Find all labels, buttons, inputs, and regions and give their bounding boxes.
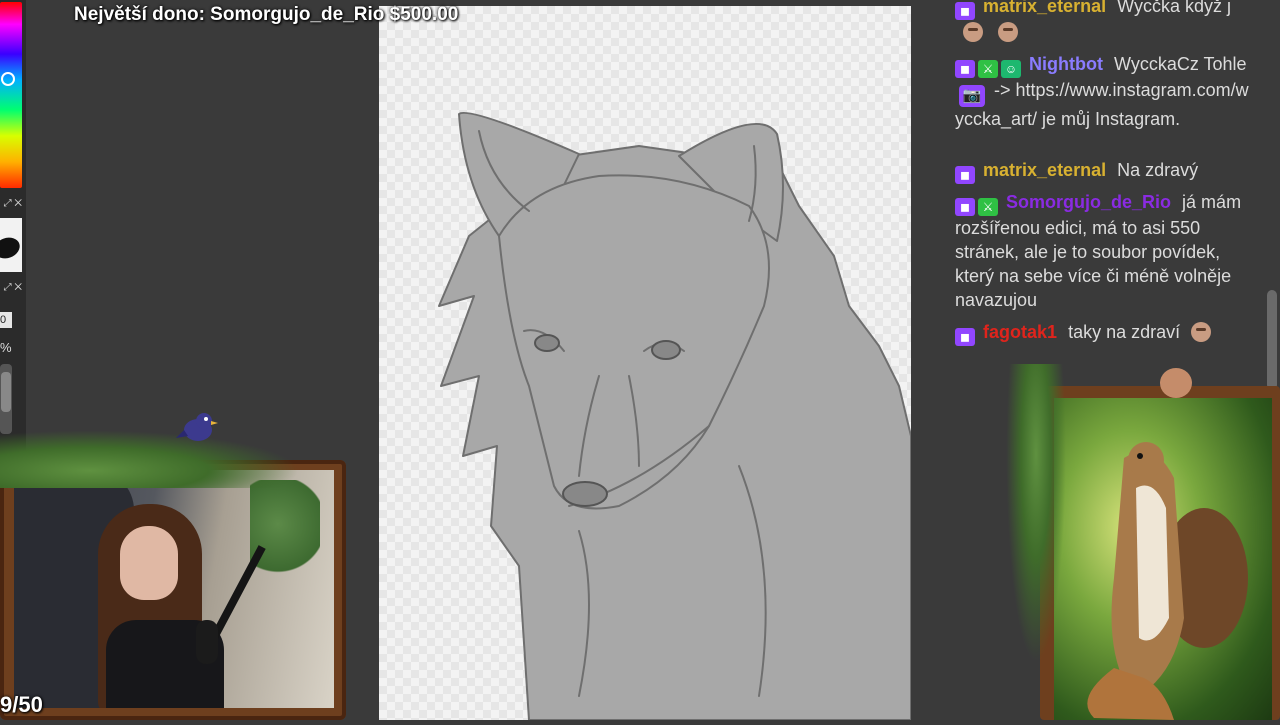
opacity-slider-knob[interactable]: [1, 372, 11, 412]
hue-slider[interactable]: [0, 2, 22, 188]
subscriber-badge-icon: ◼: [955, 2, 975, 20]
chat-message: ◼ ⚔ Somorgujo_de_Rio já mám rozšířenou ed…: [955, 190, 1255, 312]
microphone-icon: [196, 620, 218, 664]
subscriber-badge-icon: ◼: [955, 166, 975, 184]
streamer-face: [120, 526, 178, 600]
chat-message: ◼ matrix_eternal Na zdravý: [955, 158, 1255, 184]
chat-scrollbar[interactable]: [1267, 290, 1277, 390]
chat-username[interactable]: Nightbot: [1029, 54, 1103, 74]
camera-emote-icon: 📷: [959, 85, 985, 107]
chat-message: ◼ ⚔ ☺ Nightbot WycckaCz Tohle 📷 -> https:/…: [955, 52, 1255, 131]
chat-message: ◼ matrix_eternal Wycčka když j: [955, 0, 1255, 44]
subscriber-badge-icon: ◼: [955, 328, 975, 346]
sword-badge-icon: ⚔: [978, 60, 998, 78]
face-emote-icon: [1160, 368, 1192, 398]
sword-badge-icon: ⚔: [978, 198, 998, 216]
panel-close-icon-2[interactable]: ⤢ ✕: [0, 282, 22, 294]
chat-text: taky na zdraví: [1068, 322, 1181, 342]
peepo-emote-icon: [963, 22, 983, 42]
chat-username[interactable]: matrix_eternal: [983, 0, 1106, 16]
bot-badge-icon: ☺: [1001, 60, 1021, 78]
chat-username[interactable]: matrix_eternal: [983, 160, 1106, 180]
sub-goal-counter: 9/50: [0, 692, 43, 717]
chat-message: ◼ fagotak1 taky na zdraví: [955, 320, 1255, 346]
webcam-feed: [14, 470, 334, 708]
chat-text: Na zdravý: [1117, 160, 1199, 180]
top-donor-banner: Největší dono: Somorgujo_de_Rio $500.00: [74, 4, 459, 25]
hue-slider-handle[interactable]: [1, 72, 15, 86]
wolf-sketch: [438, 111, 912, 721]
chat-username[interactable]: Somorgujo_de_Rio: [1006, 192, 1171, 212]
brush-size-field[interactable]: 0: [0, 312, 12, 328]
chat-text: WycckaCz Tohle: [1114, 54, 1247, 74]
drawing-canvas[interactable]: [379, 6, 912, 721]
subscriber-badge-icon: ◼: [955, 60, 975, 78]
subscriber-badge-icon: ◼: [955, 198, 975, 216]
chat-text: Wycčka když j: [1117, 0, 1231, 16]
chat-panel: ◼ matrix_eternal Wycčka když j ◼ ⚔ ☺ Night…: [950, 0, 1270, 360]
panel-close-icon[interactable]: ⤢ ✕: [0, 198, 22, 210]
peepo-emote-icon: [998, 22, 1019, 42]
bird-icon: [176, 413, 218, 441]
face-emote-icon: [1191, 322, 1212, 342]
hanging-plant: [250, 480, 320, 590]
ferret-illustration: [1087, 442, 1248, 720]
chat-username[interactable]: fagotak1: [983, 322, 1057, 342]
chat-text-link[interactable]: -> https://www.instagram.com/wyccka_art/…: [955, 80, 1249, 129]
artwork-painting: [1054, 398, 1272, 720]
vine-decoration-right: [1006, 364, 1066, 664]
vine-decoration: [0, 430, 300, 488]
opacity-label: %: [0, 340, 12, 355]
